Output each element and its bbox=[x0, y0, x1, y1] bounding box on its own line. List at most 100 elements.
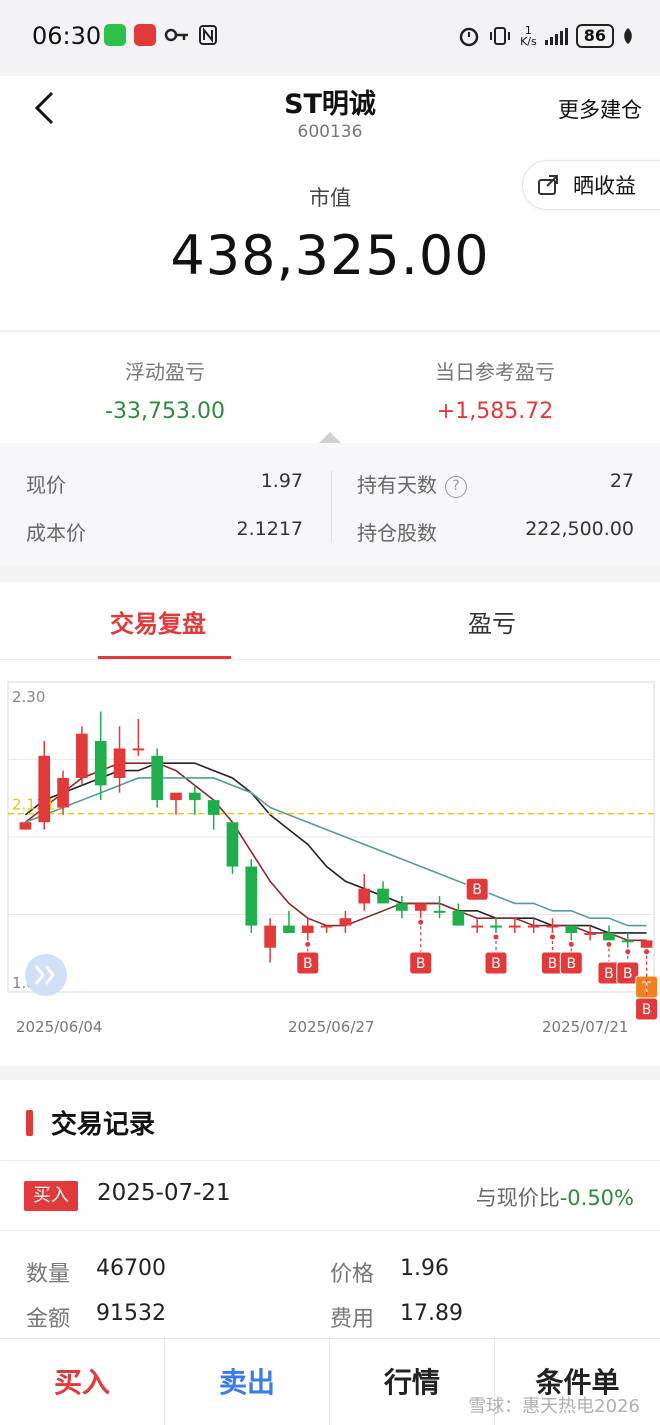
candle-body bbox=[603, 932, 615, 941]
marker-dot bbox=[606, 941, 612, 947]
kline-chart[interactable]: 2.1217BBBBBBBBTB2.301.882025/06/042025/0… bbox=[0, 660, 660, 1066]
candle-body bbox=[621, 940, 634, 943]
shares-label: 持仓股数 bbox=[357, 521, 437, 545]
daily-pnl-label: 当日参考盈亏 bbox=[435, 360, 555, 384]
trade-marker-label: B bbox=[642, 1002, 652, 1018]
fee-label: 费用 bbox=[330, 1307, 375, 1332]
trade-marker-label: B bbox=[604, 966, 614, 982]
info-divider bbox=[331, 471, 332, 541]
status-indicators: 1 K/s 86 bbox=[458, 24, 634, 48]
candle-body bbox=[207, 800, 220, 815]
candle-body bbox=[76, 733, 88, 778]
alarm-icon bbox=[459, 27, 479, 47]
position-header: ST明诚 600136 更多建仓 晒收益 市值 438,325.00 bbox=[0, 76, 660, 330]
compare-label: 与现价比 bbox=[475, 1186, 560, 1210]
more-positions-link[interactable]: 更多建仓 bbox=[558, 94, 642, 124]
kline-svg: 2.1217BBBBBBBBTB2.301.882025/06/042025/0… bbox=[7, 681, 659, 1036]
fee-value: 17.89 bbox=[400, 1301, 463, 1326]
floating-pnl: 浮动盈亏 -33,753.00 bbox=[0, 356, 330, 424]
tab-bar: 交易复盘 盈亏 bbox=[0, 582, 660, 660]
price-value: 1.96 bbox=[400, 1256, 449, 1281]
collapse-caret-icon[interactable] bbox=[319, 432, 341, 443]
candle-body bbox=[433, 910, 446, 913]
candle-body bbox=[452, 910, 465, 926]
key-icon bbox=[164, 28, 188, 42]
active-tab-indicator bbox=[98, 656, 231, 659]
candle-body bbox=[508, 925, 521, 928]
notification-icons bbox=[104, 24, 218, 46]
candle-body bbox=[301, 925, 314, 933]
expand-button[interactable] bbox=[25, 954, 67, 996]
net-speed-unit: K/s bbox=[520, 35, 537, 48]
candle-body bbox=[113, 748, 126, 778]
y-axis-top-label: 2.30 bbox=[12, 688, 45, 706]
candle-body bbox=[527, 925, 540, 928]
daily-pnl-value: +1,585.72 bbox=[436, 399, 554, 424]
signal-icon bbox=[544, 27, 568, 45]
trade-marker-label: B bbox=[472, 882, 482, 898]
candle-body bbox=[490, 925, 502, 928]
candle-body bbox=[377, 888, 389, 904]
qty-label: 数量 bbox=[26, 1262, 71, 1287]
records-header: 交易记录 bbox=[26, 1104, 155, 1141]
marker-dot bbox=[568, 941, 574, 947]
battery-indicator: 86 bbox=[575, 24, 614, 48]
candle-body bbox=[264, 925, 276, 948]
qty-value: 46700 bbox=[96, 1256, 166, 1281]
position-info: 现价 1.97 成本价 2.1217 持有天数? 27 持仓股数 222,500… bbox=[0, 443, 660, 566]
holding-days-value: 27 bbox=[609, 470, 634, 492]
candle-body bbox=[151, 755, 164, 801]
trade-marker-label: B bbox=[491, 956, 501, 972]
record-date: 2025-07-21 bbox=[97, 1180, 231, 1206]
x-axis-label: 2025/06/27 bbox=[288, 1018, 374, 1036]
candle-body bbox=[565, 925, 578, 933]
marker-dot bbox=[644, 949, 650, 955]
price-label: 现价 bbox=[26, 473, 66, 497]
candle-body bbox=[57, 777, 69, 808]
holding-days: 持有天数? bbox=[357, 469, 467, 498]
sell-button[interactable]: 卖出 bbox=[165, 1339, 330, 1425]
divider bbox=[0, 1160, 660, 1161]
candle-body bbox=[546, 925, 559, 928]
cost-label: 成本价 bbox=[26, 521, 86, 545]
cost-line-label: 2.1217 bbox=[12, 796, 65, 814]
buy-button[interactable]: 买入 bbox=[0, 1339, 165, 1425]
net-speed: 1 K/s bbox=[520, 25, 537, 47]
status-bar: 06:30 1 K/s 86 bbox=[0, 0, 660, 76]
cost-value: 2.1217 bbox=[236, 518, 303, 540]
candle-body bbox=[245, 866, 258, 926]
candle-body bbox=[38, 755, 51, 823]
app-notification-icon bbox=[134, 24, 156, 46]
pnl-summary: 浮动盈亏 -33,753.00 当日参考盈亏 +1,585.72 bbox=[0, 331, 660, 443]
buy-badge: 买入 bbox=[24, 1181, 78, 1211]
trade-marker-label: B bbox=[623, 966, 633, 982]
market-value-label: 市值 bbox=[309, 186, 351, 210]
compare-to-price: 与现价比-0.50% bbox=[476, 1182, 634, 1212]
tab-pnl[interactable]: 盈亏 bbox=[468, 604, 516, 639]
candle-body bbox=[414, 903, 427, 911]
price-value: 1.97 bbox=[260, 470, 303, 492]
candle-body bbox=[640, 940, 653, 948]
help-icon[interactable]: ? bbox=[445, 476, 467, 498]
floating-pnl-value: -33,753.00 bbox=[105, 399, 225, 424]
compare-value: -0.50% bbox=[559, 1186, 634, 1210]
stock-code: 600136 bbox=[297, 122, 363, 142]
candle-body bbox=[471, 925, 484, 928]
holding-days-label: 持有天数 bbox=[357, 473, 437, 497]
x-axis-label: 2025/06/04 bbox=[16, 1018, 102, 1036]
status-time: 06:30 bbox=[32, 22, 102, 50]
trade-marker-label: B bbox=[303, 956, 313, 972]
x-axis-label: 2025/07/21 bbox=[542, 1018, 628, 1036]
trade-records: 交易记录 买入 2025-07-21 与现价比-0.50% 数量 46700 价… bbox=[0, 1080, 660, 1340]
candle-body bbox=[320, 925, 333, 928]
tab-trade-review[interactable]: 交易复盘 bbox=[110, 604, 206, 639]
trade-marker-label: B bbox=[566, 956, 576, 972]
marker-dot bbox=[305, 941, 311, 947]
candle-body bbox=[358, 888, 371, 904]
watermark: 雪球：惠天热电2026 bbox=[468, 1396, 640, 1417]
trade-marker-label: B bbox=[416, 956, 426, 972]
candle-body bbox=[226, 822, 239, 867]
candle-body bbox=[19, 822, 32, 830]
candle-body bbox=[396, 903, 408, 911]
shares-value: 222,500.00 bbox=[525, 518, 634, 540]
